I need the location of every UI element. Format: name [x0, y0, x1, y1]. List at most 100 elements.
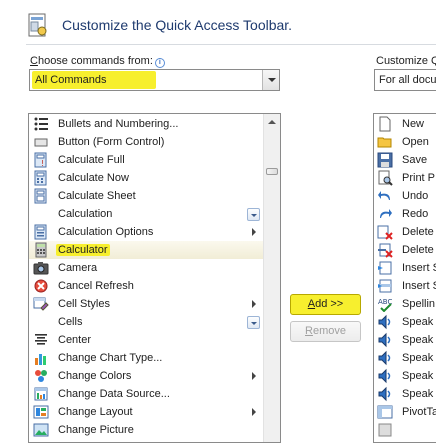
cancel-refresh-icon — [33, 278, 49, 294]
qat-item[interactable] — [374, 421, 436, 439]
command-label: Cell Styles — [58, 298, 110, 310]
form-button-icon — [33, 134, 49, 150]
data-source-icon — [33, 386, 49, 402]
calculation-options-icon — [33, 224, 49, 240]
command-item[interactable]: Change Colors — [29, 367, 263, 385]
chart-type-icon — [33, 350, 49, 366]
submenu-arrow-icon — [252, 228, 256, 236]
command-item[interactable]: Calculate Sheet — [29, 187, 263, 205]
speak-icon — [377, 350, 393, 366]
command-item[interactable]: Cells — [29, 313, 263, 331]
calculate-sheet-icon — [33, 188, 49, 204]
commands-list[interactable]: Bullets and Numbering... Button (Form Con… — [28, 113, 281, 443]
customize-qat-dropdown[interactable]: For all docu — [374, 69, 436, 91]
qat-item-label: Speak — [402, 352, 434, 364]
qat-item[interactable]: Delete — [374, 223, 436, 241]
spelling-icon: ABC — [377, 296, 393, 313]
scroll-up-icon[interactable] — [264, 114, 280, 130]
command-label: Bullets and Numbering... — [58, 118, 179, 130]
qat-item[interactable]: Undo — [374, 187, 436, 205]
qat-item[interactable]: ABC Spellin — [374, 295, 436, 313]
qat-item[interactable]: Speak — [374, 313, 436, 331]
pivot-table-icon — [377, 404, 393, 420]
qat-item[interactable]: New — [374, 115, 436, 133]
qat-item[interactable]: Open — [374, 133, 436, 151]
submenu-arrow-icon — [252, 300, 256, 308]
command-item[interactable]: Cell Styles — [29, 295, 263, 313]
generic-icon — [377, 422, 393, 438]
commands-list-scrollbar[interactable] — [263, 114, 280, 442]
speak-icon — [377, 386, 393, 402]
calculate-now-icon — [33, 170, 49, 186]
qat-item[interactable]: Print P — [374, 169, 436, 187]
choose-commands-dropdown[interactable]: All Commands — [29, 69, 280, 91]
calculator-icon — [33, 242, 49, 258]
qat-item-label: Save — [402, 154, 428, 166]
command-item[interactable]: Center — [29, 331, 263, 349]
qat-item-label: Delete — [402, 244, 434, 256]
command-label: Calculate Full — [58, 154, 125, 166]
add-button[interactable]: Add >> — [290, 294, 361, 315]
customize-qat-label: Customize Q — [376, 55, 436, 67]
command-item[interactable]: Change Data Source... — [29, 385, 263, 403]
command-item[interactable]: Bullets and Numbering... — [29, 115, 263, 133]
qat-commands-list[interactable]: New Open Save Print P Undo Redo Delete Delete In… — [373, 113, 436, 443]
undo-icon — [377, 188, 393, 204]
qat-item[interactable]: Speak — [374, 349, 436, 367]
choose-commands-label: Choose commands from: i — [30, 55, 165, 68]
command-item[interactable]: Button (Form Control) — [29, 133, 263, 151]
command-item[interactable]: Calculation — [29, 205, 263, 223]
header-divider — [26, 44, 436, 45]
layout-icon — [33, 404, 49, 420]
scroll-thumb[interactable] — [266, 168, 278, 175]
qat-item[interactable]: Speak — [374, 331, 436, 349]
submenu-arrow-icon — [252, 372, 256, 380]
qat-item-label: New — [402, 118, 425, 130]
delete-icon — [377, 242, 393, 258]
info-icon[interactable]: i — [154, 58, 165, 68]
delete-cells-icon — [377, 224, 393, 240]
center-align-icon — [33, 332, 49, 348]
expand-group-icon[interactable] — [247, 316, 260, 329]
qat-item[interactable]: Insert S — [374, 277, 436, 295]
command-item[interactable]: Cancel Refresh — [29, 277, 263, 295]
qat-item[interactable]: Insert S — [374, 259, 436, 277]
command-item[interactable]: ! Calculate Full — [29, 151, 263, 169]
insert-sheet-icon — [377, 260, 393, 276]
command-item[interactable]: Calculation Options — [29, 223, 263, 241]
qat-item-label: Undo — [402, 190, 429, 202]
command-label: Button (Form Control) — [58, 136, 165, 148]
command-label: Cancel Refresh — [58, 280, 134, 292]
command-label: Change Colors — [58, 370, 132, 382]
calculate-full-icon: ! — [33, 152, 49, 168]
command-item[interactable]: Camera — [29, 259, 263, 277]
submenu-arrow-icon — [252, 408, 256, 416]
choose-commands-value: All Commands — [32, 71, 156, 89]
command-item[interactable]: Calculate Now — [29, 169, 263, 187]
command-label: Change Data Source... — [58, 388, 170, 400]
speak-icon — [377, 314, 393, 330]
command-label: Calculator — [56, 244, 110, 256]
bullets-icon — [33, 116, 49, 132]
command-label: Calculation — [58, 208, 113, 220]
qat-item[interactable]: Speak — [374, 385, 436, 403]
customize-qat-value: For all docu — [379, 74, 436, 86]
qat-item-label: Spellin — [402, 298, 436, 310]
command-item[interactable]: Change Layout — [29, 403, 263, 421]
command-label: Cells — [58, 316, 83, 328]
command-label: Camera — [58, 262, 98, 274]
command-item[interactable]: Change Picture — [29, 421, 263, 439]
qat-item[interactable]: Save — [374, 151, 436, 169]
qat-item-label: Speak — [402, 370, 434, 382]
save-icon — [377, 152, 393, 168]
chevron-down-icon[interactable] — [262, 70, 279, 90]
remove-button[interactable]: Remove — [290, 321, 361, 342]
qat-item[interactable]: Delete — [374, 241, 436, 259]
command-label: Calculate Sheet — [58, 190, 136, 202]
expand-group-icon[interactable] — [247, 208, 260, 221]
qat-item[interactable]: Speak — [374, 367, 436, 385]
qat-item[interactable]: Redo — [374, 205, 436, 223]
qat-item[interactable]: PivotTa — [374, 403, 436, 421]
command-item[interactable]: Calculator — [29, 241, 263, 259]
command-item[interactable]: Change Chart Type... — [29, 349, 263, 367]
